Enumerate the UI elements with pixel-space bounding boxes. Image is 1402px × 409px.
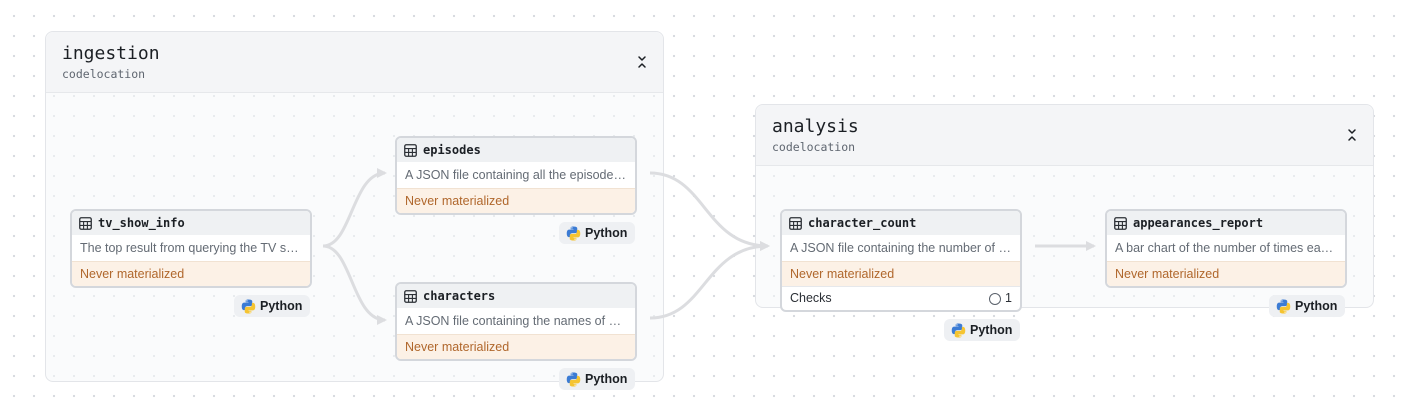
asset-status: Never materialized [72,261,310,286]
python-icon [951,322,966,338]
table-icon [1114,216,1127,230]
check-status-icon [989,292,1002,305]
compute-kind-label: Python [585,372,628,386]
group-title: analysis [772,116,859,137]
python-icon [566,371,581,387]
asset-description: A bar chart of the number of times each … [1115,241,1345,255]
asset-checks-row[interactable]: Checks 1 [782,286,1020,310]
compute-kind-badge: Python [234,295,311,317]
asset-name: tv_show_info [98,216,185,230]
asset-node-characters[interactable]: characters A JSON file containing the na… [395,282,637,361]
asset-description: The top result from querying the TV show… [80,241,310,255]
python-icon [566,225,581,241]
group-ingestion-header[interactable]: ingestion codelocation [46,32,663,93]
asset-description: A JSON file containing all the episodes … [405,168,635,182]
edge-characters-to-character-count [649,241,770,320]
checks-label: Checks [790,291,832,305]
compute-kind-badge: Python [944,319,1021,341]
table-icon [404,143,417,157]
compute-kind-badge: Python [559,222,636,244]
compute-kind-badge: Python [1269,295,1346,317]
asset-node-header: character_count [782,211,1020,235]
table-icon [404,289,417,303]
asset-node-header: characters [397,284,635,308]
group-title: ingestion [62,43,160,64]
asset-name: characters [423,289,496,303]
compute-kind-label: Python [970,323,1013,337]
asset-node-appearances-report[interactable]: appearances_report A bar chart of the nu… [1105,209,1347,288]
asset-node-header: appearances_report [1107,211,1345,235]
asset-status: Never materialized [397,188,635,213]
asset-node-header: episodes [397,138,635,162]
table-icon [79,216,92,230]
compute-kind-label: Python [260,299,303,313]
asset-node-episodes[interactable]: episodes A JSON file containing all the … [395,136,637,215]
python-icon [1276,298,1291,314]
asset-name: appearances_report [1133,216,1264,230]
group-analysis-header[interactable]: analysis codelocation [756,105,1373,166]
checks-count: 1 [1005,291,1012,305]
group-subtitle: codelocation [772,140,856,154]
compute-kind-label: Python [1295,299,1338,313]
compute-kind-label: Python [585,226,628,240]
table-icon [789,216,802,230]
asset-name: character_count [808,216,917,230]
group-subtitle: codelocation [62,67,146,81]
asset-node-tv-show-info[interactable]: tv_show_info The top result from queryin… [70,209,312,288]
asset-name: episodes [423,143,481,157]
collapse-icon[interactable] [635,54,649,70]
checks-count-group: 1 [989,287,1012,310]
asset-description: A JSON file containing the number of app… [790,241,1020,255]
asset-node-character-count[interactable]: character_count A JSON file containing t… [780,209,1022,312]
collapse-icon[interactable] [1345,127,1359,143]
asset-status: Never materialized [1107,261,1345,286]
edge-episodes-to-character-count [649,171,770,251]
python-icon [241,298,256,314]
asset-description: A JSON file containing the names of all … [405,314,635,328]
asset-status: Never materialized [782,261,1020,286]
asset-status: Never materialized [397,334,635,359]
compute-kind-badge: Python [559,368,636,390]
asset-node-header: tv_show_info [72,211,310,235]
